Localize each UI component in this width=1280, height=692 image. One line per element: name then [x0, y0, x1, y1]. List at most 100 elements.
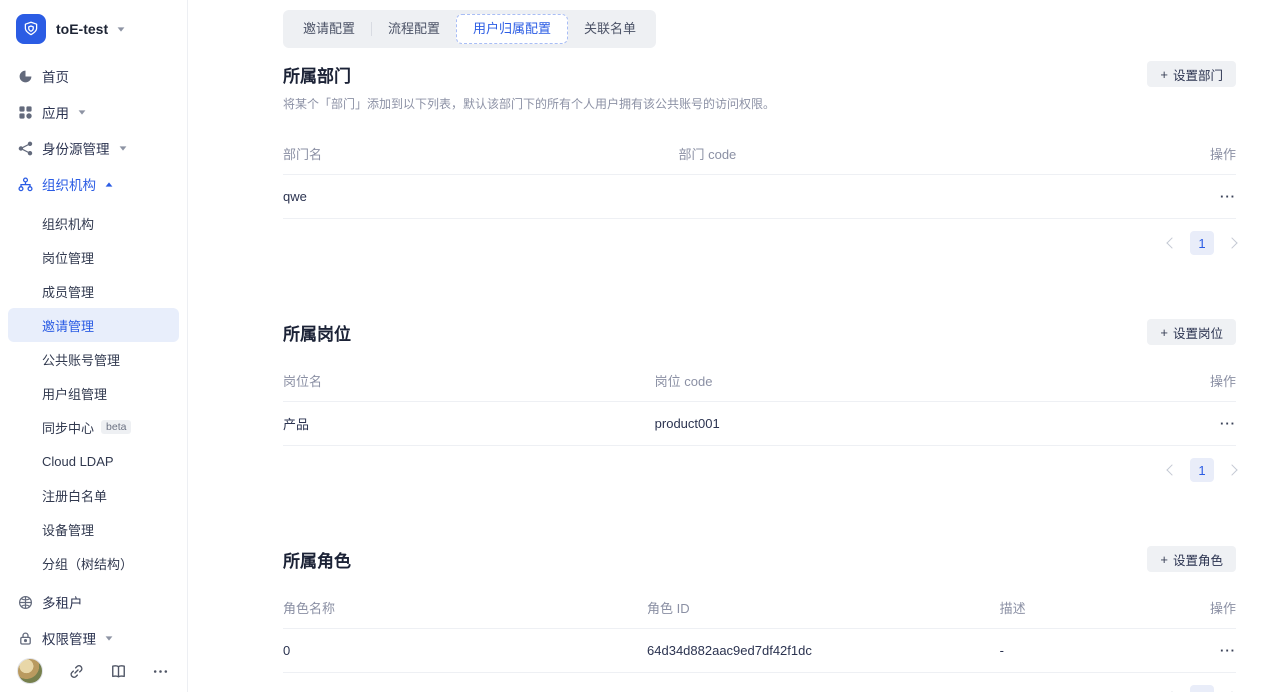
workspace-name: toE-test — [56, 21, 108, 37]
subitem-label: 组织机构 — [42, 214, 94, 233]
user-avatar[interactable] — [17, 658, 43, 684]
section-title: 所属岗位 — [283, 320, 351, 345]
sidebar-subitem-members[interactable]: 成员管理 — [8, 274, 179, 308]
column-header: 部门 code — [678, 144, 1176, 163]
sidebar-subitem-user-groups[interactable]: 用户组管理 — [8, 376, 179, 410]
page-number[interactable]: 1 — [1190, 685, 1214, 692]
section-title: 所属部门 — [283, 62, 351, 87]
plus-icon: + — [1160, 552, 1168, 567]
role-table: 角色名称 角色 ID 描述 操作 0 64d34d882aac9ed7df42f… — [283, 587, 1236, 673]
app: toE-test 首页 — [0, 0, 1280, 692]
chevron-down-icon — [119, 146, 126, 150]
sidebar-scroll: toE-test 首页 — [0, 0, 187, 650]
tab-user-attribution-config[interactable]: 用户归属配置 — [456, 14, 568, 44]
prev-page-icon[interactable] — [1166, 464, 1177, 475]
row-actions-icon[interactable]: ··· — [1220, 416, 1236, 431]
sidebar-subitem-invitations[interactable]: 邀请管理 — [8, 308, 179, 342]
row-actions-icon[interactable]: ··· — [1220, 643, 1236, 658]
column-header: 部门名 — [283, 144, 678, 163]
chevron-down-icon — [106, 636, 113, 640]
department-table: 部门名 部门 code 操作 qwe ··· — [283, 133, 1236, 219]
sidebar-subitem-sync-center[interactable]: 同步中心 beta — [8, 410, 179, 444]
beta-badge: beta — [101, 420, 131, 434]
section-title: 所属角色 — [283, 547, 351, 572]
sidebar-item-label: 权限管理 — [42, 628, 96, 648]
role-description-cell: - — [1000, 643, 1176, 658]
subitem-label: 设备管理 — [42, 520, 94, 539]
page-number[interactable]: 1 — [1190, 458, 1214, 482]
subitem-label: 岗位管理 — [42, 248, 94, 267]
sidebar-subitem-registration-whitelist[interactable]: 注册白名单 — [8, 478, 179, 512]
sidebar-item-label: 组织机构 — [42, 174, 96, 194]
subitem-label: 同步中心 — [42, 418, 94, 437]
sidebar-item-permissions[interactable]: 权限管理 — [8, 620, 179, 650]
sidebar-item-label: 首页 — [42, 66, 69, 86]
table-header: 角色名称 角色 ID 描述 操作 — [283, 587, 1236, 629]
section-description: 将某个「部门」添加到以下列表，默认该部门下的所有个人用户拥有该公共账号的访问权限… — [283, 95, 1236, 112]
column-header-actions: 操作 — [1176, 371, 1236, 390]
table-header: 部门名 部门 code 操作 — [283, 133, 1236, 175]
column-header: 描述 — [1000, 598, 1176, 617]
pagination: 1 — [283, 685, 1236, 692]
subitem-label: 公共账号管理 — [42, 350, 120, 369]
subitem-label: 成员管理 — [42, 282, 94, 301]
table-row: qwe ··· — [283, 175, 1236, 219]
sidebar-subitem-cloud-ldap[interactable]: Cloud LDAP — [8, 444, 179, 478]
subitem-label: 邀请管理 — [42, 316, 94, 335]
set-position-button[interactable]: + 设置岗位 — [1147, 319, 1236, 345]
tab-invite-config[interactable]: 邀请配置 — [287, 14, 371, 44]
button-label: 设置部门 — [1173, 65, 1223, 84]
sidebar-subitem-organization[interactable]: 组织机构 — [8, 206, 179, 240]
chevron-up-icon — [106, 182, 113, 186]
chevron-down-icon — [79, 110, 86, 114]
page-number[interactable]: 1 — [1190, 231, 1214, 255]
chevron-down-icon — [118, 27, 125, 31]
sidebar-item-label: 身份源管理 — [42, 138, 110, 158]
main-content: 邀请配置 流程配置 用户归属配置 关联名单 所属部门 + 设置部门 将某个「部门… — [188, 0, 1280, 692]
lock-icon — [18, 631, 33, 646]
prev-page-icon[interactable] — [1166, 237, 1177, 248]
subitem-label: 用户组管理 — [42, 384, 107, 403]
next-page-icon[interactable] — [1226, 237, 1237, 248]
column-header: 岗位 code — [655, 371, 1176, 390]
sidebar-submenu: 组织机构 岗位管理 成员管理 邀请管理 公共账号管理 用户组管理 同步中心 be… — [8, 206, 179, 580]
set-role-button[interactable]: + 设置角色 — [1147, 546, 1236, 572]
share-icon — [18, 141, 33, 156]
apps-icon — [18, 105, 33, 120]
column-header: 岗位名 — [283, 371, 655, 390]
position-name-cell: 产品 — [283, 414, 655, 433]
row-actions-icon[interactable]: ··· — [1220, 189, 1236, 204]
workspace-switcher[interactable]: toE-test — [8, 12, 179, 46]
pagination: 1 — [283, 458, 1236, 482]
table-row: 0 64d34d882aac9ed7df42f1dc - ··· — [283, 629, 1236, 673]
sidebar-subitem-positions[interactable]: 岗位管理 — [8, 240, 179, 274]
column-header-actions: 操作 — [1176, 598, 1236, 617]
sidebar-subitem-shared-accounts[interactable]: 公共账号管理 — [8, 342, 179, 376]
sidebar-item-organization[interactable]: 组织机构 — [8, 166, 179, 202]
sidebar-item-home[interactable]: 首页 — [8, 58, 179, 94]
sidebar-item-multi-tenant[interactable]: 多租户 — [8, 584, 179, 620]
plus-icon: + — [1160, 325, 1168, 340]
column-header: 角色 ID — [647, 598, 1000, 617]
sidebar-item-identity-sources[interactable]: 身份源管理 — [8, 130, 179, 166]
section-department: 所属部门 + 设置部门 将某个「部门」添加到以下列表，默认该部门下的所有个人用户… — [283, 61, 1236, 255]
role-name-cell: 0 — [283, 643, 647, 658]
sidebar-item-label: 多租户 — [42, 592, 83, 612]
link-icon[interactable] — [67, 662, 85, 680]
set-department-button[interactable]: + 设置部门 — [1147, 61, 1236, 87]
column-header-actions: 操作 — [1176, 144, 1236, 163]
sidebar-subitem-groups-tree[interactable]: 分组（树结构） — [8, 546, 179, 580]
tab-associated-list[interactable]: 关联名单 — [568, 14, 652, 44]
section-position: 所属岗位 + 设置岗位 岗位名 岗位 code 操作 产品 product001… — [283, 319, 1236, 482]
next-page-icon[interactable] — [1226, 464, 1237, 475]
button-label: 设置角色 — [1173, 550, 1223, 569]
tab-flow-config[interactable]: 流程配置 — [372, 14, 456, 44]
department-name-cell: qwe — [283, 189, 678, 204]
sidebar-subitem-device-management[interactable]: 设备管理 — [8, 512, 179, 546]
docs-book-icon[interactable] — [110, 662, 128, 680]
plus-icon: + — [1160, 67, 1168, 82]
sidebar-item-apps[interactable]: 应用 — [8, 94, 179, 130]
sidebar-footer — [0, 650, 187, 692]
more-icon[interactable] — [152, 662, 170, 680]
sidebar: toE-test 首页 — [0, 0, 188, 692]
